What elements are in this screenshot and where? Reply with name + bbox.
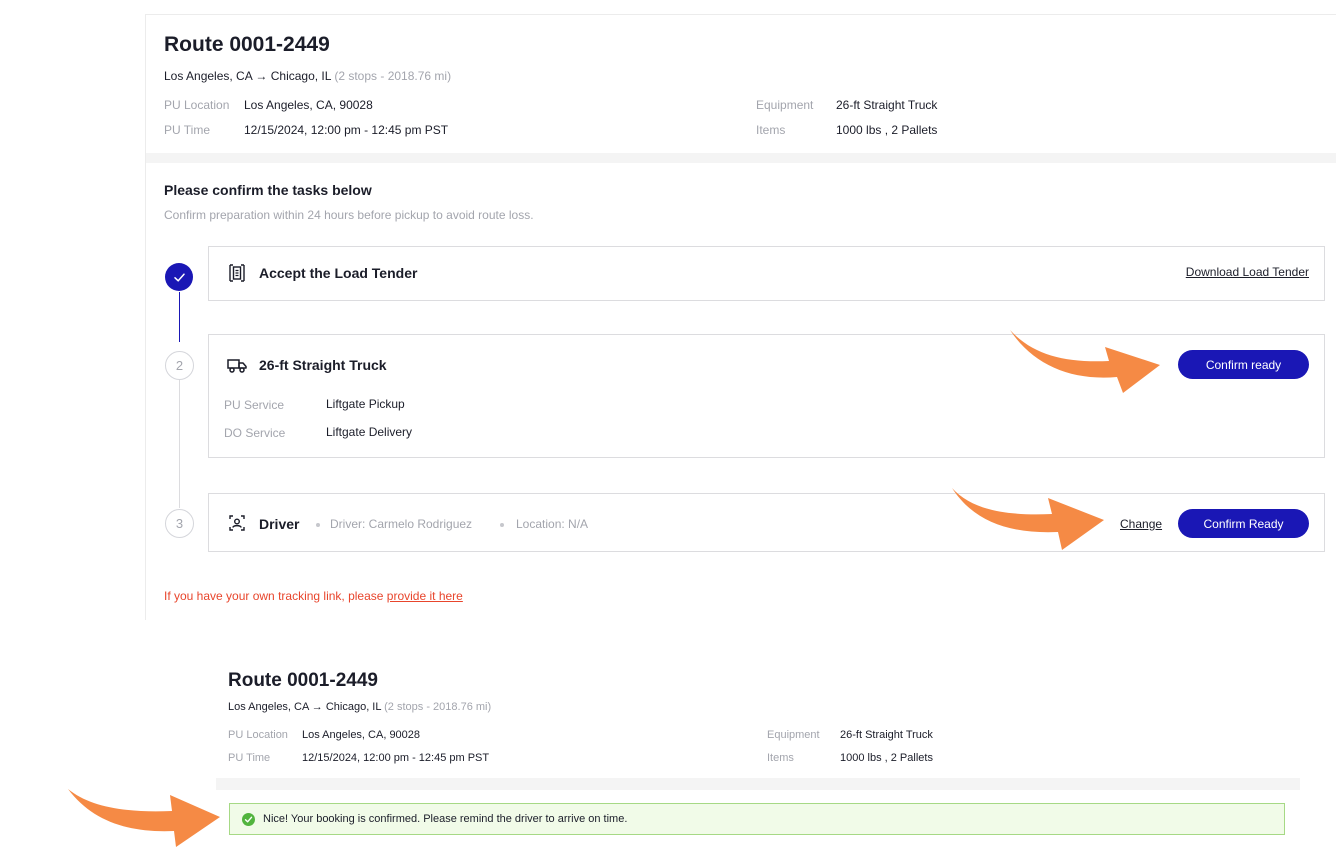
route-panel-top: Route 0001-2449 Los Angeles, CA → Chicag…	[145, 14, 1336, 620]
route-summary: Los Angeles, CA → Chicago, IL (2 stops -…	[228, 701, 491, 713]
pu-time-label: PU Time	[164, 123, 211, 137]
step-2-indicator: 2	[165, 351, 194, 380]
driver-badge-icon	[229, 515, 245, 531]
truck-title: 26-ft Straight Truck	[259, 357, 387, 373]
equipment-label: Equipment	[767, 729, 820, 741]
equipment-value: 26-ft Straight Truck	[836, 98, 938, 112]
driver-card: Driver Driver: Carmelo Rodriguez Locatio…	[208, 493, 1325, 552]
do-service-value: Liftgate Delivery	[326, 425, 413, 439]
equipment-value: 26-ft Straight Truck	[840, 729, 933, 741]
check-icon	[173, 272, 185, 282]
separator-dot	[316, 523, 320, 527]
route-origin-destination: Los Angeles, CA → Chicago, IL	[228, 701, 382, 713]
step-1-complete	[165, 263, 193, 291]
route-origin-destination: Los Angeles, CA → Chicago, IL	[164, 69, 331, 83]
load-tender-card: Accept the Load Tender Download Load Ten…	[208, 246, 1325, 301]
orange-arrow-icon	[952, 488, 1104, 550]
route-stops-info: (2 stops - 2018.76 mi)	[384, 701, 492, 713]
header-divider	[146, 153, 1336, 163]
route-stops-info: (2 stops - 2018.76 mi)	[334, 69, 452, 83]
route-summary: Los Angeles, CA → Chicago, IL (2 stops -…	[164, 69, 451, 83]
tasks-title: Please confirm the tasks below	[164, 182, 372, 198]
change-driver-link[interactable]: Change	[1120, 517, 1162, 531]
driver-location-info: Location: N/A	[516, 517, 589, 531]
driver-name-info: Driver: Carmelo Rodriguez	[330, 517, 473, 531]
truck-icon	[227, 359, 247, 373]
items-value: 1000 lbs , 2 Pallets	[840, 752, 933, 764]
driver-title: Driver	[259, 516, 300, 532]
items-value: 1000 lbs , 2 Pallets	[836, 123, 938, 137]
route-panel-confirmed: Route 0001-2449 Los Angeles, CA → Chicag…	[216, 660, 1300, 790]
tracking-text: If you have your own tracking link, plea…	[164, 589, 384, 603]
pu-location-value: Los Angeles, CA, 90028	[302, 729, 421, 741]
pu-location-label: PU Location	[228, 729, 288, 741]
orange-arrow-icon	[68, 789, 220, 847]
pu-service-value: Liftgate Pickup	[326, 397, 405, 411]
pu-time-value: 12/15/2024, 12:00 pm - 12:45 pm PST	[302, 752, 490, 764]
confirm-truck-ready-button[interactable]: Confirm ready	[1178, 350, 1309, 379]
route-title: Route 0001-2449	[164, 33, 330, 56]
items-label: Items	[767, 752, 794, 764]
step-connector	[179, 380, 180, 508]
step-3-indicator: 3	[165, 509, 194, 538]
check-circle-icon	[242, 812, 255, 826]
equipment-label: Equipment	[756, 98, 814, 112]
do-service-label: DO Service	[224, 426, 286, 440]
booking-confirmed-alert: Nice! Your booking is confirmed. Please …	[229, 803, 1285, 835]
separator-dot	[500, 523, 504, 527]
pu-location-value: Los Angeles, CA, 90028	[244, 98, 373, 112]
confirm-driver-ready-button[interactable]: Confirm Ready	[1178, 509, 1309, 538]
provide-tracking-link[interactable]: provide it here	[387, 589, 463, 603]
download-load-tender-link[interactable]: Download Load Tender	[1186, 265, 1309, 279]
pu-service-label: PU Service	[224, 398, 285, 412]
load-tender-title: Accept the Load Tender	[259, 265, 418, 281]
header-divider	[216, 778, 1300, 790]
pu-location-label: PU Location	[164, 98, 230, 112]
document-icon	[229, 264, 245, 282]
route-title: Route 0001-2449	[228, 670, 378, 691]
booking-confirmed-message: Nice! Your booking is confirmed. Please …	[263, 813, 628, 825]
step-connector-active	[179, 292, 180, 342]
pu-time-label: PU Time	[228, 752, 271, 764]
orange-arrow-icon	[1010, 330, 1160, 393]
pu-time-value: 12/15/2024, 12:00 pm - 12:45 pm PST	[244, 123, 449, 137]
tasks-subtitle: Confirm preparation within 24 hours befo…	[164, 208, 534, 222]
items-label: Items	[756, 123, 786, 137]
tracking-note: If you have your own tracking link, plea…	[164, 589, 463, 603]
